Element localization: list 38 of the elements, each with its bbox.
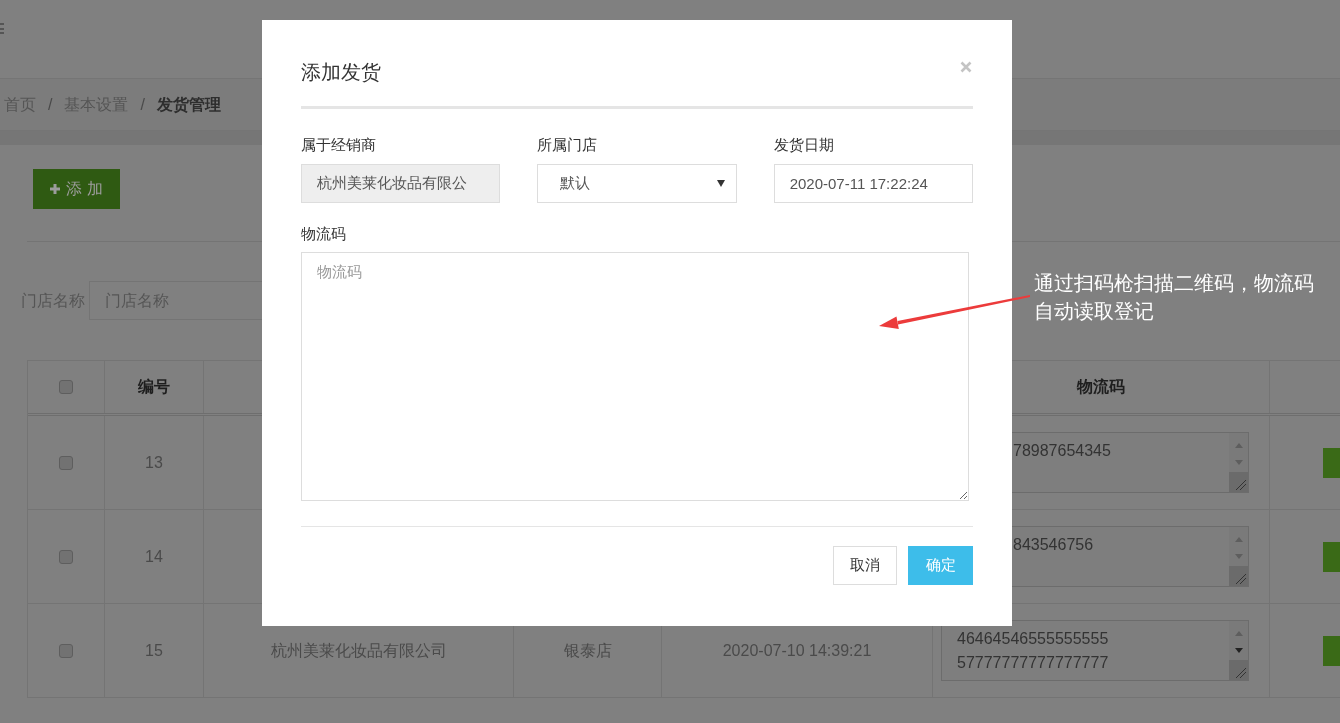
annotation-text: 通过扫码枪扫描二维码，物流码自动读取登记 xyxy=(1034,271,1315,324)
field-label: 物流码 xyxy=(301,224,347,244)
menu-icon[interactable] xyxy=(0,23,4,34)
resize-grip-icon[interactable] xyxy=(1229,566,1248,586)
scroll-down-icon[interactable] xyxy=(1234,648,1243,653)
dealer-field[interactable]: 杭州美莱化妆品有限公 xyxy=(301,164,501,203)
checkbox[interactable] xyxy=(59,643,73,658)
code-textarea[interactable]: 46464546555555555 57777777777777777 xyxy=(941,620,1249,681)
checkbox[interactable] xyxy=(59,380,73,394)
scroll-up-icon[interactable] xyxy=(1234,537,1243,542)
breadcrumb-separator: / xyxy=(140,94,145,115)
code-textarea[interactable]: 物流码 xyxy=(301,252,969,501)
field-label: 所属门店 xyxy=(537,135,599,155)
dialog-title: 添加发货 xyxy=(301,60,381,85)
close-icon xyxy=(960,61,972,73)
scroll-up-icon[interactable] xyxy=(1234,631,1243,636)
date-field[interactable]: 2020-07-11 17:22:24 xyxy=(773,164,973,203)
close-button[interactable] xyxy=(960,61,972,73)
cancel-button[interactable]: 取消 xyxy=(833,546,897,585)
plus-icon xyxy=(50,184,61,194)
field-label: 发货日期 xyxy=(773,135,835,155)
scrollbar[interactable] xyxy=(1229,433,1248,492)
scroll-up-icon[interactable] xyxy=(1234,443,1243,448)
breadcrumb-current: 发货管理 xyxy=(156,94,221,116)
caret-icon xyxy=(716,180,725,187)
scrollbar[interactable] xyxy=(1229,527,1248,586)
resize-grip-icon[interactable] xyxy=(1229,660,1248,680)
breadcrumb-separator: / xyxy=(48,94,53,115)
checkbox[interactable] xyxy=(59,455,73,470)
resize-grip-icon[interactable] xyxy=(1229,472,1248,492)
scrollbar[interactable] xyxy=(1229,621,1248,680)
column-header: 物流码 xyxy=(1077,377,1125,397)
add-button[interactable]: 添 加 xyxy=(33,169,120,209)
confirm-button[interactable]: 确定 xyxy=(908,546,973,585)
store-select[interactable]: 默认 xyxy=(537,164,737,203)
checkbox[interactable] xyxy=(59,549,73,564)
field-label: 属于经销商 xyxy=(301,135,377,155)
column-header: 编号 xyxy=(138,377,170,397)
